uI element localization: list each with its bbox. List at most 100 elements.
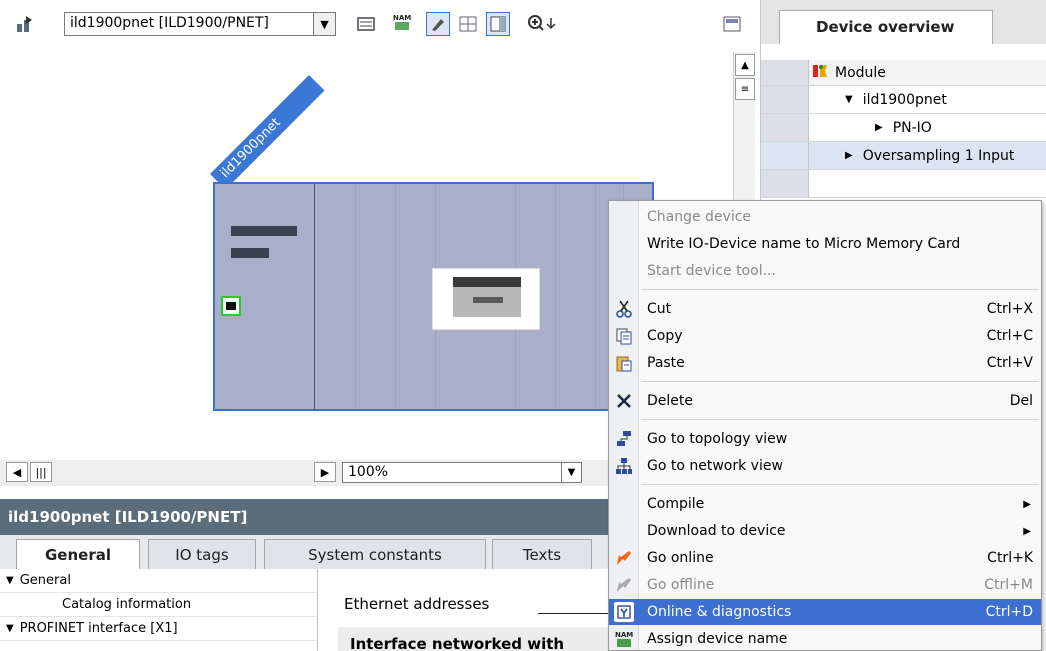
topology-icon bbox=[614, 429, 634, 449]
menu-item-label: Go offline bbox=[647, 577, 715, 593]
menu-item-online-diagnostics[interactable]: Online & diagnostics Ctrl+D bbox=[609, 599, 1041, 625]
menu-item-label: Compile bbox=[647, 496, 705, 512]
overview-row-label: Oversampling 1 Input bbox=[862, 147, 1015, 164]
name-assign-icon: NAME bbox=[614, 629, 634, 649]
menu-item-label: Go to topology view bbox=[647, 431, 788, 447]
diagnostics-icon bbox=[614, 602, 634, 622]
menu-item-go-online[interactable]: Go online Ctrl+K bbox=[609, 545, 1041, 571]
rack-bar bbox=[231, 248, 269, 258]
menu-item-label: Change device bbox=[647, 209, 752, 225]
copy-icon bbox=[614, 326, 634, 346]
nav-item-general[interactable]: ▼ General bbox=[0, 569, 317, 593]
paste-icon bbox=[614, 353, 634, 373]
menu-item-change-device[interactable]: Change device bbox=[609, 204, 1041, 230]
submenu-arrow-icon: ▶ bbox=[1023, 525, 1031, 537]
device-list-icon[interactable] bbox=[356, 14, 376, 34]
submenu-arrow-icon: ▶ bbox=[1023, 498, 1031, 510]
tab-general[interactable]: General bbox=[16, 539, 140, 569]
menu-item-label: Go online bbox=[647, 550, 714, 566]
properties-nav: ▼ General Catalog information ▼ PROFINET… bbox=[0, 569, 318, 651]
menu-item-label: Delete bbox=[647, 393, 693, 409]
menu-item-go-offline[interactable]: Go offline Ctrl+M bbox=[609, 572, 1041, 598]
scroll-up-icon[interactable]: ▲ bbox=[735, 54, 755, 76]
overview-header-row: Module bbox=[761, 60, 1046, 86]
scroll-thumb-icon[interactable]: ≡ bbox=[735, 78, 755, 100]
expand-icon[interactable]: ▶ bbox=[875, 122, 883, 133]
context-menu: Change device Write IO-Device name to Mi… bbox=[608, 200, 1042, 651]
menu-item-compile[interactable]: Compile ▶ bbox=[609, 491, 1041, 517]
tab-texts[interactable]: Texts bbox=[492, 539, 592, 569]
device-name-label[interactable]: ild1900pnet bbox=[210, 75, 325, 190]
chevron-down-icon[interactable]: ▼ bbox=[313, 13, 335, 35]
tab-system-constants[interactable]: System constants bbox=[264, 539, 486, 569]
menu-item-start-device-tool[interactable]: Start device tool... bbox=[609, 258, 1041, 284]
device-rack[interactable] bbox=[213, 182, 654, 411]
profinet-port-icon[interactable] bbox=[221, 296, 241, 316]
menu-separator bbox=[641, 419, 1039, 420]
menu-item-write-name[interactable]: Write IO-Device name to Micro Memory Car… bbox=[609, 231, 1041, 257]
menu-item-delete[interactable]: Delete Del bbox=[609, 388, 1041, 414]
nav-item-profinet[interactable]: ▼ PROFINET interface [X1] bbox=[0, 617, 317, 641]
menu-shortcut: Ctrl+X bbox=[986, 301, 1033, 317]
menu-item-paste[interactable]: Paste Ctrl+V bbox=[609, 350, 1041, 376]
menu-shortcut: Ctrl+M bbox=[984, 577, 1033, 593]
menu-item-label: Go to network view bbox=[647, 458, 783, 474]
menu-shortcut: Ctrl+C bbox=[986, 328, 1033, 344]
slot-divider bbox=[355, 184, 356, 409]
menu-item-network-view[interactable]: Go to network view bbox=[609, 453, 1041, 479]
network-add-icon[interactable] bbox=[14, 14, 34, 34]
expand-icon[interactable]: ▶ bbox=[845, 150, 853, 161]
nav-item-label: Catalog information bbox=[62, 597, 192, 612]
svg-text:NAME: NAME bbox=[615, 631, 633, 639]
nav-item-label: General bbox=[19, 573, 71, 588]
name-assign-icon[interactable]: NAME bbox=[392, 12, 412, 32]
menu-separator bbox=[641, 289, 1039, 290]
menu-item-topology-view[interactable]: Go to topology view bbox=[609, 426, 1041, 452]
scroll-right-icon[interactable]: ▶ bbox=[314, 462, 336, 482]
overview-table: Module ▼ ild1900pnet ▶ PN-IO ▶ Oversampl… bbox=[761, 60, 1046, 198]
grid-icon[interactable] bbox=[458, 14, 478, 34]
rack-bar bbox=[231, 226, 297, 236]
nav-item-catalog[interactable]: Catalog information bbox=[0, 593, 317, 617]
overview-tab-strip: Device overview bbox=[761, 0, 1046, 44]
overview-row[interactable]: ▼ ild1900pnet bbox=[761, 86, 1046, 114]
menu-item-label: Online & diagnostics bbox=[647, 604, 792, 620]
expand-icon[interactable]: ▼ bbox=[6, 623, 14, 634]
slot-divider bbox=[595, 184, 596, 409]
overview-toggle-icon[interactable] bbox=[722, 14, 742, 34]
overview-row[interactable] bbox=[761, 170, 1046, 198]
device-select-value: ild1900pnet [ILD1900/PNET] bbox=[70, 15, 269, 31]
scroll-left-icon[interactable]: ◀ bbox=[6, 462, 28, 482]
menu-item-assign-name[interactable]: NAME Assign device name bbox=[609, 626, 1041, 651]
overview-row-label: PN-IO bbox=[892, 119, 932, 136]
section-heading: Ethernet addresses bbox=[344, 595, 490, 613]
menu-separator bbox=[641, 484, 1039, 485]
menu-item-label: Assign device name bbox=[647, 631, 788, 647]
expand-icon[interactable]: ▼ bbox=[845, 94, 853, 105]
menu-item-download[interactable]: Download to device ▶ bbox=[609, 518, 1041, 544]
chevron-down-icon[interactable]: ▼ bbox=[561, 463, 581, 482]
network-icon bbox=[614, 456, 634, 476]
tab-io-tags[interactable]: IO tags bbox=[148, 539, 256, 569]
zoom-value: 100% bbox=[348, 464, 389, 480]
device-image[interactable] bbox=[432, 268, 540, 330]
table-view-icon[interactable] bbox=[486, 12, 510, 36]
device-select[interactable]: ild1900pnet [ILD1900/PNET] ▼ bbox=[64, 12, 336, 36]
menu-item-cut[interactable]: Cut Ctrl+X bbox=[609, 296, 1041, 322]
column-header-module: Module bbox=[835, 64, 886, 81]
overview-row[interactable]: ▶ PN-IO bbox=[761, 114, 1046, 142]
overview-row-label: ild1900pnet bbox=[862, 91, 947, 108]
expand-icon[interactable]: ▼ bbox=[6, 575, 14, 586]
scroll-thumb-icon[interactable]: ||| bbox=[30, 462, 52, 482]
menu-item-label: Paste bbox=[647, 355, 685, 371]
menu-item-copy[interactable]: Copy Ctrl+C bbox=[609, 323, 1041, 349]
zoom-select[interactable]: 100% ▼ bbox=[342, 462, 582, 483]
menu-shortcut: Ctrl+V bbox=[986, 355, 1033, 371]
tab-device-overview[interactable]: Device overview bbox=[779, 10, 993, 44]
overview-row[interactable]: ▶ Oversampling 1 Input bbox=[761, 142, 1046, 170]
show-labels-icon[interactable] bbox=[426, 12, 450, 36]
zoom-icon[interactable] bbox=[526, 14, 558, 34]
rack-head-module[interactable] bbox=[215, 184, 315, 409]
go-offline-icon bbox=[614, 575, 634, 595]
device-view-toolbar: ild1900pnet [ILD1900/PNET] ▼ NAME bbox=[0, 0, 760, 44]
